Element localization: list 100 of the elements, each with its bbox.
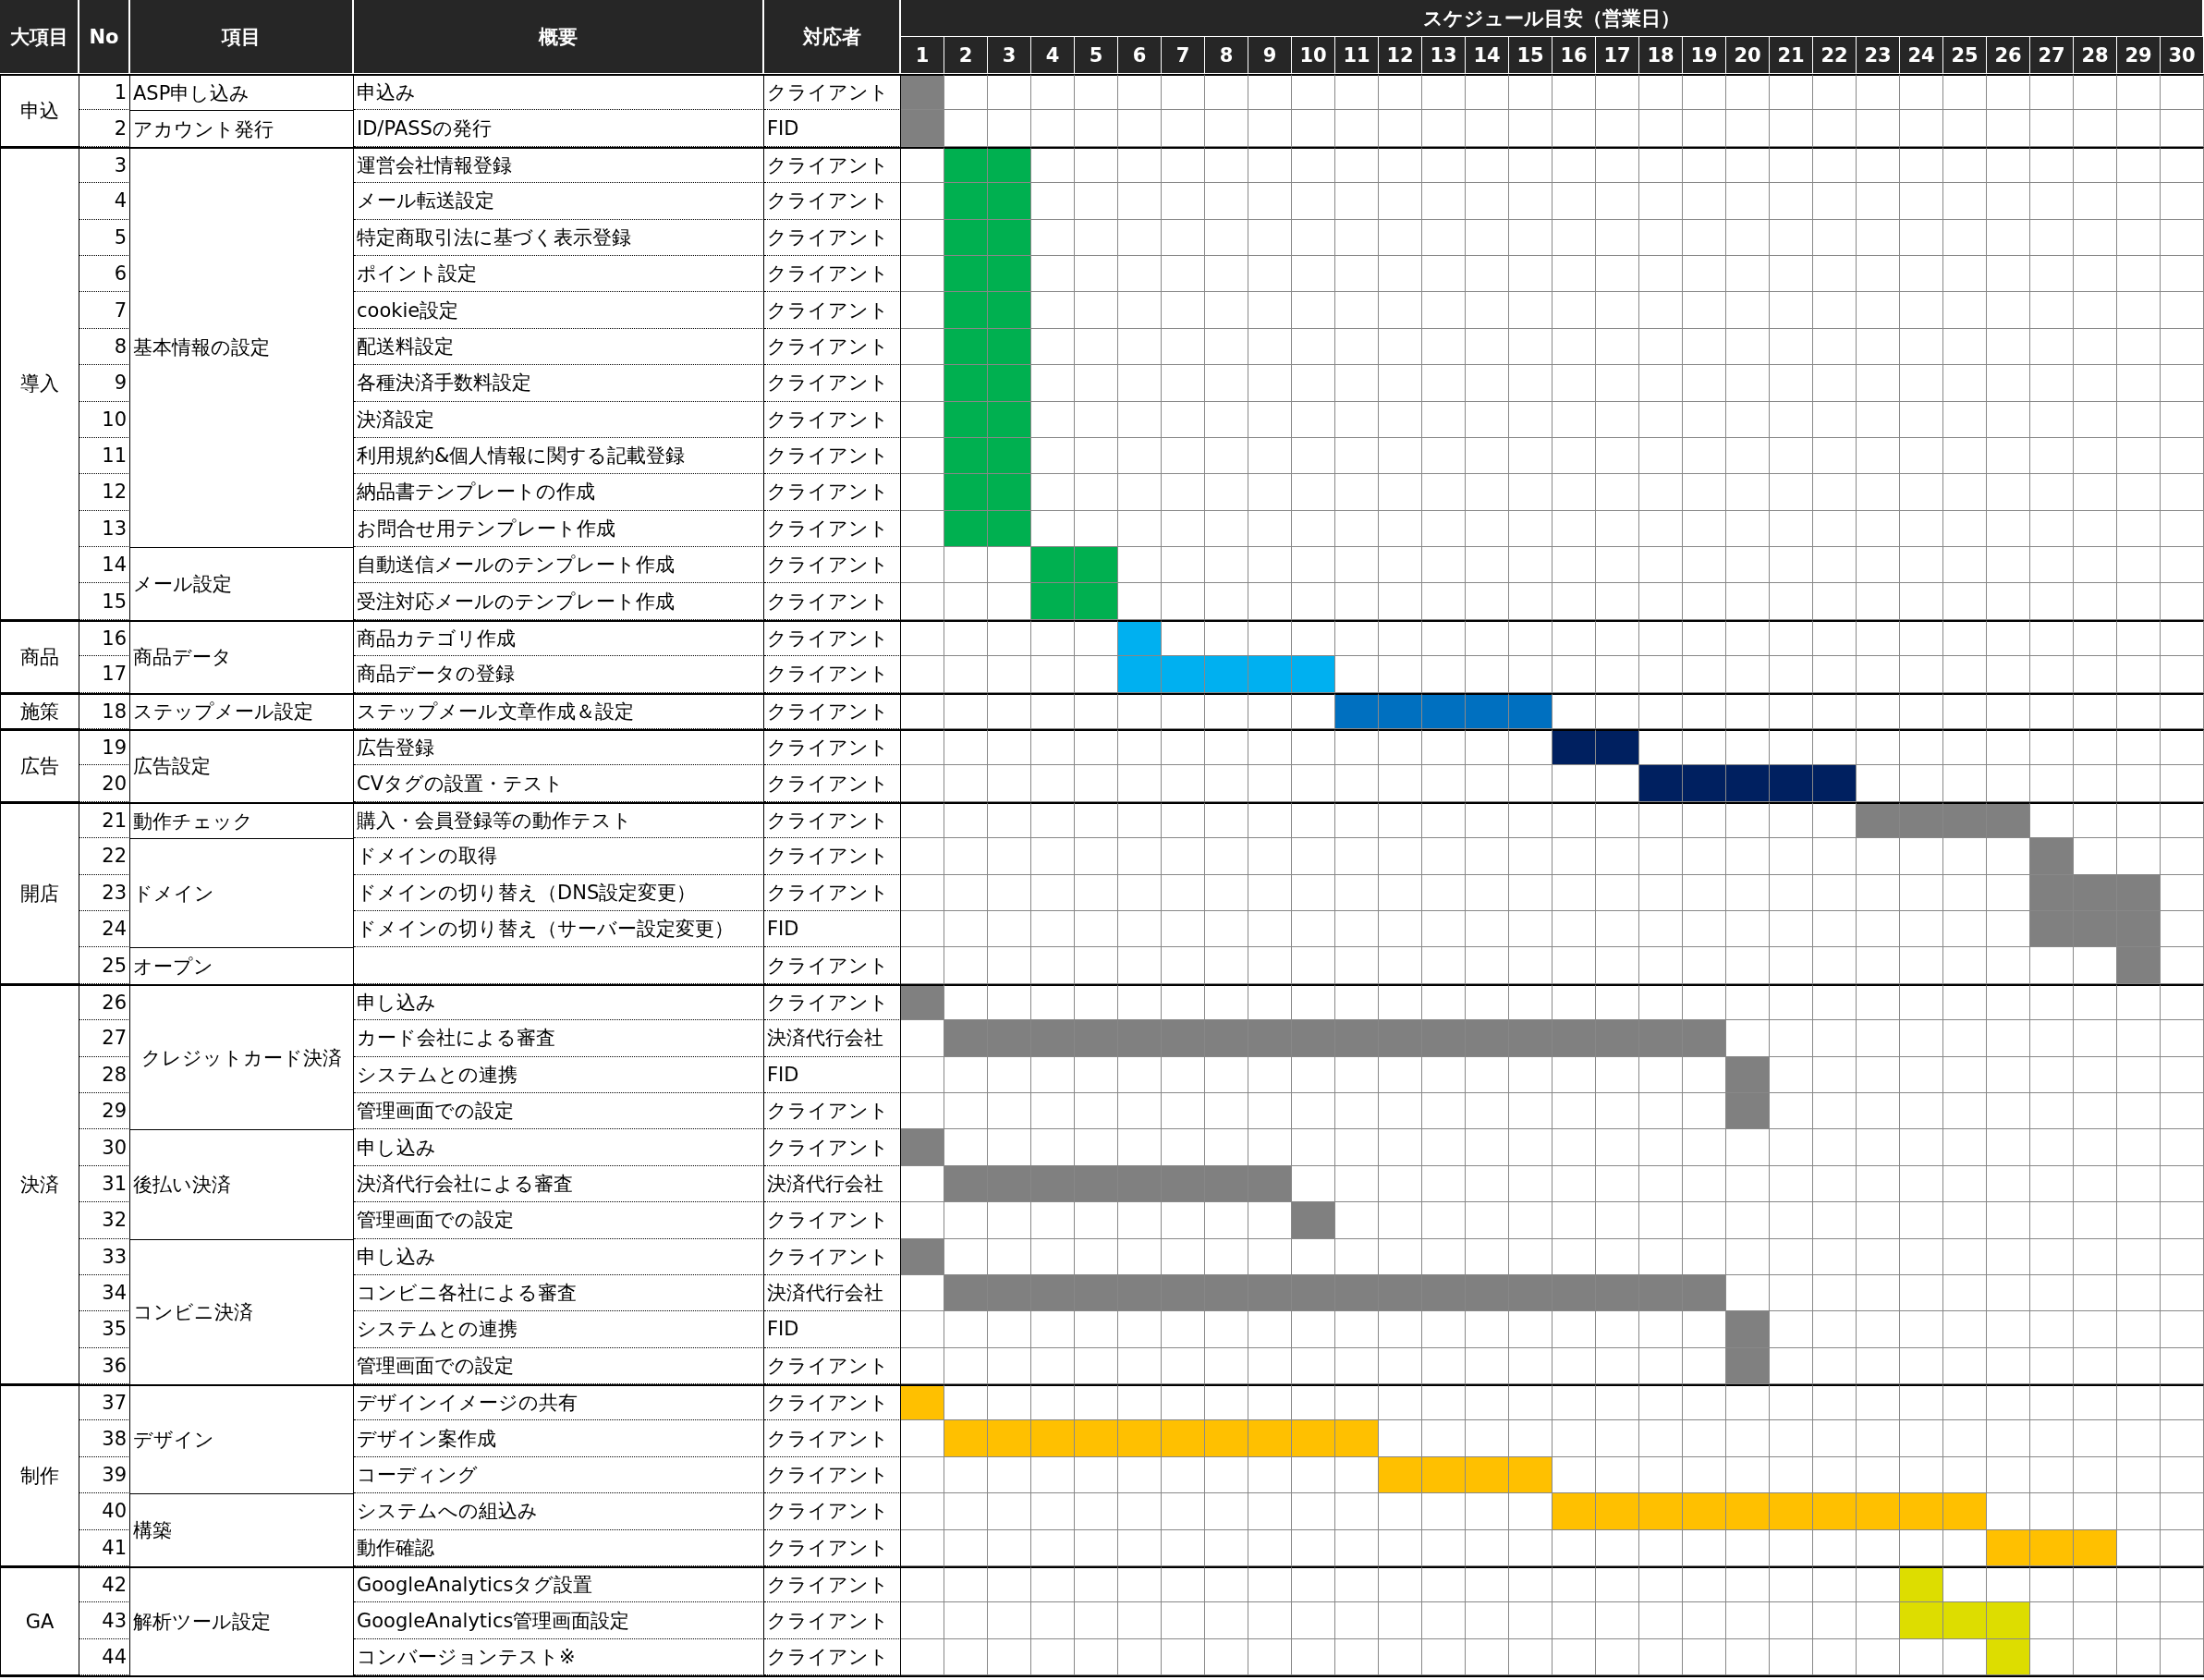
day-header: 3 bbox=[988, 37, 1031, 74]
table-cell: アカウント発行 bbox=[130, 110, 354, 147]
day-header: 20 bbox=[1726, 37, 1770, 74]
table-cell: デザインイメージの共有 bbox=[354, 1384, 764, 1421]
table-cell: メール転送設定 bbox=[354, 183, 764, 220]
table-cell: 25 bbox=[79, 947, 130, 984]
day-header: 7 bbox=[1162, 37, 1205, 74]
table-cell: 施策 bbox=[0, 692, 79, 730]
table-cell: 36 bbox=[79, 1347, 130, 1385]
day-header: 25 bbox=[1943, 37, 1987, 74]
table-cell: 基本情報の設定 bbox=[130, 146, 354, 548]
table-cell: 申し込み bbox=[354, 1129, 764, 1166]
table-cell: ASP申し込み bbox=[130, 74, 354, 111]
day-header: 30 bbox=[2161, 37, 2204, 74]
table-cell: 商品 bbox=[0, 619, 79, 693]
day-header: 19 bbox=[1683, 37, 1726, 74]
day-header: 1 bbox=[901, 37, 944, 74]
table-cell: ID/PASSの発行 bbox=[354, 110, 764, 147]
day-header: 13 bbox=[1422, 37, 1466, 74]
table-cell: 14 bbox=[79, 547, 130, 584]
day-header: 28 bbox=[2074, 37, 2117, 74]
table-cell: 利用規約&個人情報に関する記載登録 bbox=[354, 437, 764, 475]
column-header: 対応者 bbox=[764, 0, 901, 74]
table-cell: 購入・会員登録等の動作テスト bbox=[354, 801, 764, 839]
table-cell: GA bbox=[0, 1566, 79, 1676]
table-cell: ポイント設定 bbox=[354, 255, 764, 293]
table-cell: ステップメール設定 bbox=[130, 692, 354, 730]
table-cell: 申し込み bbox=[354, 1238, 764, 1275]
day-header: 4 bbox=[1031, 37, 1075, 74]
table-cell: お問合せ用テンプレート作成 bbox=[354, 510, 764, 548]
table-cell: 21 bbox=[79, 801, 130, 839]
table-cell: 7 bbox=[79, 292, 130, 329]
table-cell: 5 bbox=[79, 219, 130, 256]
table-cell: 広告登録 bbox=[354, 729, 764, 766]
day-header: 18 bbox=[1639, 37, 1683, 74]
table-cell: 導入 bbox=[0, 146, 79, 620]
table-cell: 制作 bbox=[0, 1384, 79, 1566]
table-cell: 後払い決済 bbox=[130, 1129, 354, 1239]
column-header: 概要 bbox=[354, 0, 764, 74]
table-cell: 商品データの登録 bbox=[354, 656, 764, 693]
day-header: 29 bbox=[2117, 37, 2161, 74]
day-header: 21 bbox=[1770, 37, 1813, 74]
column-header: スケジュール目安（営業日） bbox=[901, 0, 2204, 37]
table-cell: 6 bbox=[79, 255, 130, 293]
table-cell: 商品カテゴリ作成 bbox=[354, 619, 764, 657]
table-cell: 構築 bbox=[130, 1493, 354, 1566]
table-cell: 申込 bbox=[0, 74, 79, 147]
table-cell: 運営会社情報登録 bbox=[354, 146, 764, 184]
table-cell: システムとの連携 bbox=[354, 1311, 764, 1348]
column-header: 項目 bbox=[130, 0, 354, 74]
table-cell: 申し込み bbox=[354, 983, 764, 1021]
table-cell: 33 bbox=[79, 1238, 130, 1275]
table-cell: オープン bbox=[130, 947, 354, 984]
day-header: 17 bbox=[1596, 37, 1639, 74]
table-cell: 2 bbox=[79, 110, 130, 147]
table-cell: システムへの組込み bbox=[354, 1493, 764, 1530]
table-cell: 3 bbox=[79, 146, 130, 184]
table-cell: 管理画面での設定 bbox=[354, 1347, 764, 1385]
table-cell: 動作チェック bbox=[130, 801, 354, 839]
table-cell: コンビニ各社による審査 bbox=[354, 1274, 764, 1312]
table-cell: ステップメール文章作成＆設定 bbox=[354, 692, 764, 730]
table-cell: 決済代行会社による審査 bbox=[354, 1165, 764, 1203]
table-cell: 自動送信メールのテンプレート作成 bbox=[354, 547, 764, 584]
table-cell: 管理画面での設定 bbox=[354, 1092, 764, 1130]
table-cell: 1 bbox=[79, 74, 130, 111]
table-cell: 42 bbox=[79, 1566, 130, 1603]
table-cell: カード会社による審査 bbox=[354, 1020, 764, 1057]
table-cell: 19 bbox=[79, 729, 130, 766]
table-cell: ドメインの切り替え（DNS設定変更） bbox=[354, 874, 764, 911]
table-cell: 37 bbox=[79, 1384, 130, 1421]
table-cell: 特定商取引法に基づく表示登録 bbox=[354, 219, 764, 256]
table-cell: 44 bbox=[79, 1638, 130, 1676]
day-header: 22 bbox=[1813, 37, 1857, 74]
table-cell: 決済 bbox=[0, 983, 79, 1385]
day-header: 12 bbox=[1379, 37, 1422, 74]
day-header: 2 bbox=[944, 37, 988, 74]
table-cell: 開店 bbox=[0, 801, 79, 984]
table-cell: 8 bbox=[79, 328, 130, 366]
table-cell: 各種決済手数料設定 bbox=[354, 365, 764, 402]
table-cell: システムとの連携 bbox=[354, 1056, 764, 1093]
table-cell: ドメインの切り替え（サーバー設定変更） bbox=[354, 911, 764, 948]
table-cell: 23 bbox=[79, 874, 130, 911]
day-header: 26 bbox=[1987, 37, 2030, 74]
column-header: No bbox=[79, 0, 130, 74]
day-header: 10 bbox=[1292, 37, 1335, 74]
table-cell: クレジットカード決済 bbox=[130, 983, 354, 1130]
table-cell: メール設定 bbox=[130, 547, 354, 620]
table-cell: 15 bbox=[79, 583, 130, 620]
table-cell: 22 bbox=[79, 838, 130, 875]
table-cell: デザイン案作成 bbox=[354, 1420, 764, 1457]
table-cell: 配送料設定 bbox=[354, 328, 764, 366]
table-cell: 広告 bbox=[0, 729, 79, 802]
table-cell: 受注対応メールのテンプレート作成 bbox=[354, 583, 764, 620]
day-header: 23 bbox=[1857, 37, 1900, 74]
table-cell: 申込み bbox=[354, 74, 764, 111]
table-cell: ドメイン bbox=[130, 838, 354, 948]
day-header: 11 bbox=[1335, 37, 1379, 74]
table-cell: 38 bbox=[79, 1420, 130, 1457]
table-cell: cookie設定 bbox=[354, 292, 764, 329]
day-header: 24 bbox=[1900, 37, 1943, 74]
